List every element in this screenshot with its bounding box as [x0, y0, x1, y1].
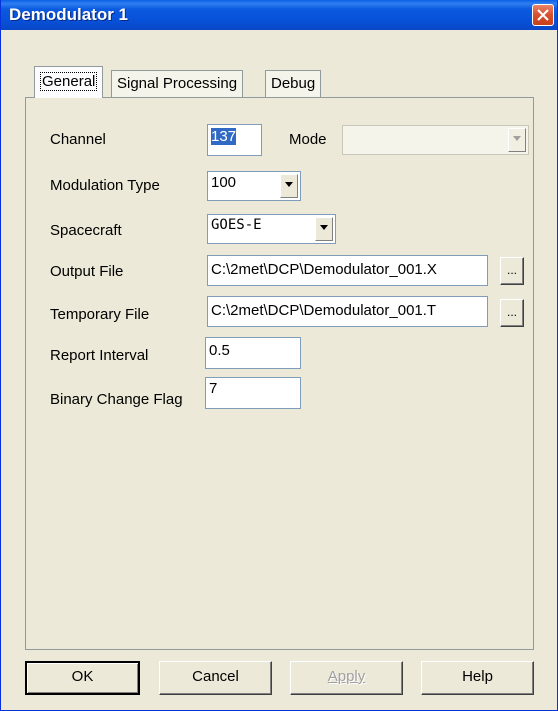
output-file-browse-button[interactable]: ...: [500, 257, 524, 285]
temporary-file-browse-button[interactable]: ...: [500, 299, 524, 327]
report-interval-label: Report Interval: [50, 347, 149, 364]
temporary-file-input[interactable]: C:\2met\DCP\Demodulator_001.T: [207, 296, 488, 327]
spacecraft-select[interactable]: GOES-E: [207, 214, 336, 244]
mode-dropdown-button[interactable]: [508, 128, 526, 152]
chevron-down-icon: [320, 225, 328, 230]
report-interval-input[interactable]: 0.5: [205, 337, 301, 369]
temporary-file-browse-label: ...: [506, 305, 517, 319]
temporary-file-label: Temporary File: [50, 306, 150, 323]
modulation-type-value: 100: [211, 174, 237, 191]
mode-label: Mode: [289, 131, 327, 148]
binary-change-flag-label: Binary Change Flag: [50, 391, 183, 408]
channel-input[interactable]: 137: [207, 124, 262, 156]
temporary-file-value: C:\2met\DCP\Demodulator_001.T: [211, 302, 437, 319]
spacecraft-label: Spacecraft: [50, 222, 122, 239]
output-file-browse-label: ...: [506, 263, 517, 277]
chevron-down-icon: [285, 182, 293, 187]
chevron-down-icon: [513, 136, 521, 141]
binary-change-flag-input[interactable]: 7: [205, 377, 301, 409]
dialog-window: Demodulator 1 General Signal Processing …: [0, 0, 558, 711]
general-form: Channel 137 Mode Modulation Type 100 Spa…: [1, 0, 558, 711]
spacecraft-dropdown-button[interactable]: [315, 217, 333, 241]
report-interval-value: 0.5: [209, 342, 230, 359]
modulation-type-select[interactable]: 100: [207, 171, 301, 201]
modulation-type-dropdown-button[interactable]: [280, 174, 298, 198]
spacecraft-value: GOES-E: [211, 217, 262, 233]
modulation-type-label: Modulation Type: [50, 177, 160, 194]
output-file-value: C:\2met\DCP\Demodulator_001.X: [211, 261, 437, 278]
output-file-input[interactable]: C:\2met\DCP\Demodulator_001.X: [207, 255, 488, 286]
output-file-label: Output File: [50, 263, 124, 280]
binary-change-flag-value: 7: [209, 380, 218, 397]
channel-label: Channel: [50, 131, 106, 148]
channel-value: 137: [211, 128, 237, 145]
mode-select[interactable]: [342, 125, 529, 155]
